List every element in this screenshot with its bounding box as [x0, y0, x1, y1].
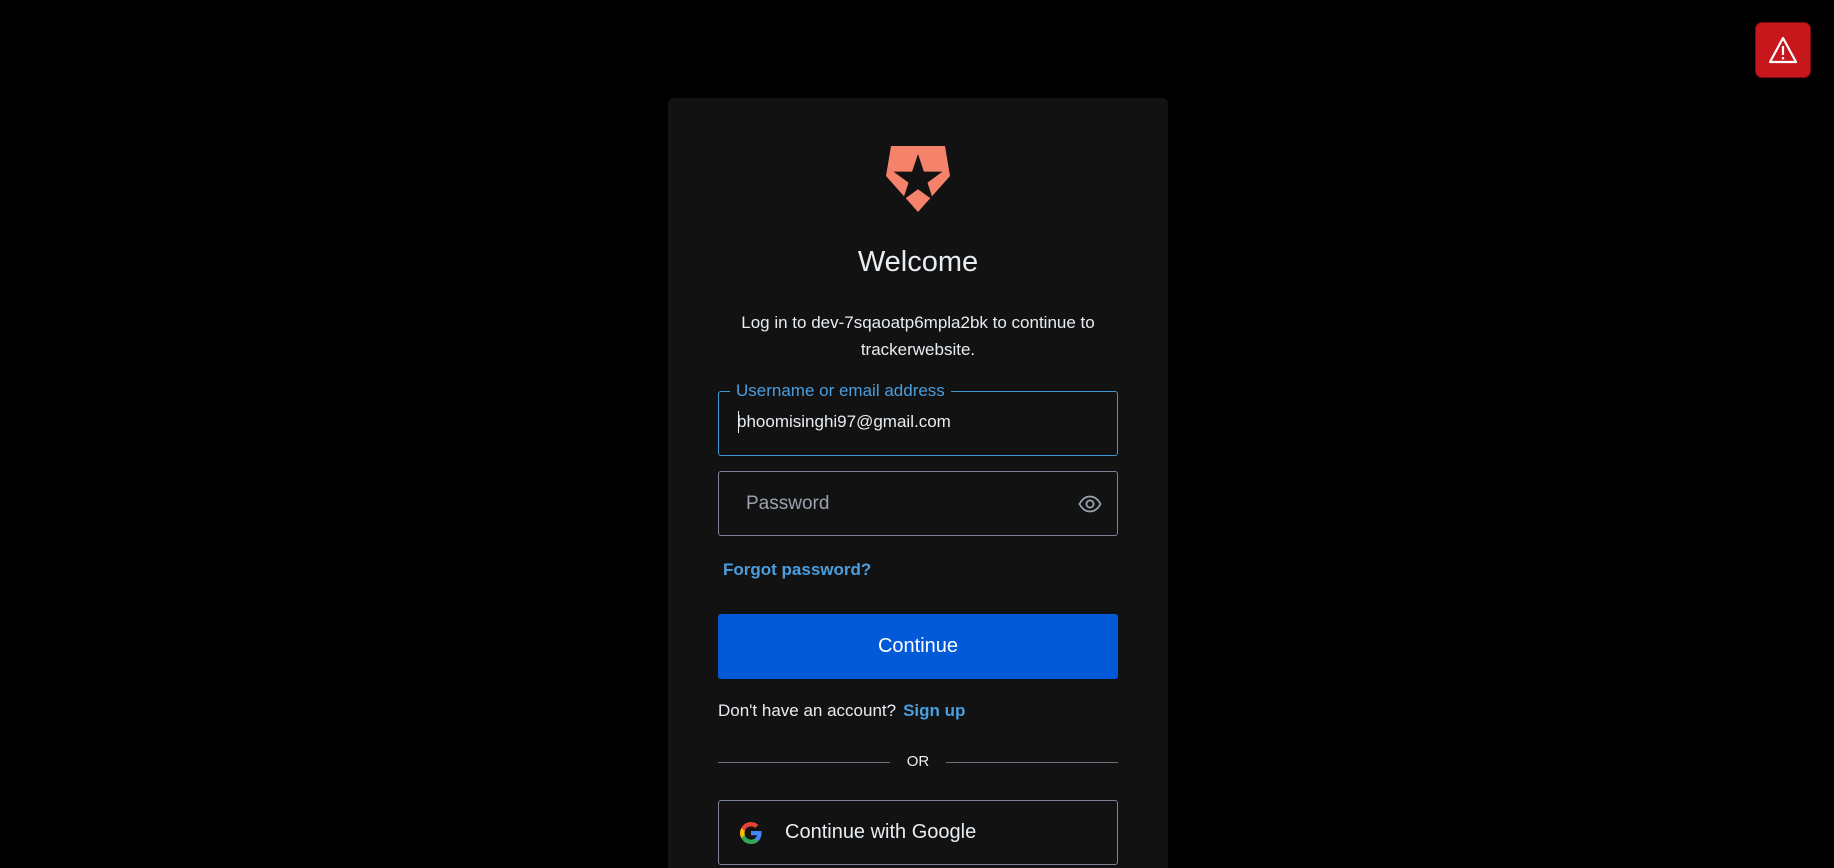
- username-field[interactable]: Username or email address: [718, 380, 1118, 456]
- google-icon: [740, 822, 762, 844]
- password-field[interactable]: [718, 471, 1118, 536]
- page-title: Welcome: [857, 246, 979, 278]
- warning-badge[interactable]: [1756, 23, 1810, 77]
- or-divider: OR: [718, 752, 1118, 772]
- forgot-password-link[interactable]: Forgot password?: [723, 560, 871, 580]
- show-password-toggle[interactable]: [1077, 492, 1103, 516]
- continue-with-google-button[interactable]: Continue with Google: [718, 800, 1118, 865]
- login-card: Welcome Log in to dev-7sqaoatp6mpla2bk t…: [668, 98, 1168, 868]
- auth0-shield-logo-icon: [886, 146, 950, 212]
- login-subtitle: Log in to dev-7sqaoatp6mpla2bk to contin…: [741, 313, 1095, 359]
- continue-button[interactable]: Continue: [718, 614, 1118, 679]
- login-page: Welcome Log in to dev-7sqaoatp6mpla2bk t…: [0, 0, 1834, 868]
- signup-row: Don't have an account? Sign up: [718, 701, 965, 721]
- signup-prompt: Don't have an account?: [718, 701, 897, 720]
- warning-icon: [1768, 36, 1798, 64]
- password-input[interactable]: [746, 472, 1086, 535]
- google-button-label: Continue with Google: [785, 821, 977, 843]
- text-caret: [738, 411, 739, 433]
- signup-link[interactable]: Sign up: [903, 701, 965, 720]
- username-input[interactable]: [737, 390, 1077, 453]
- divider-line-right: [946, 762, 1118, 763]
- eye-icon: [1078, 495, 1102, 513]
